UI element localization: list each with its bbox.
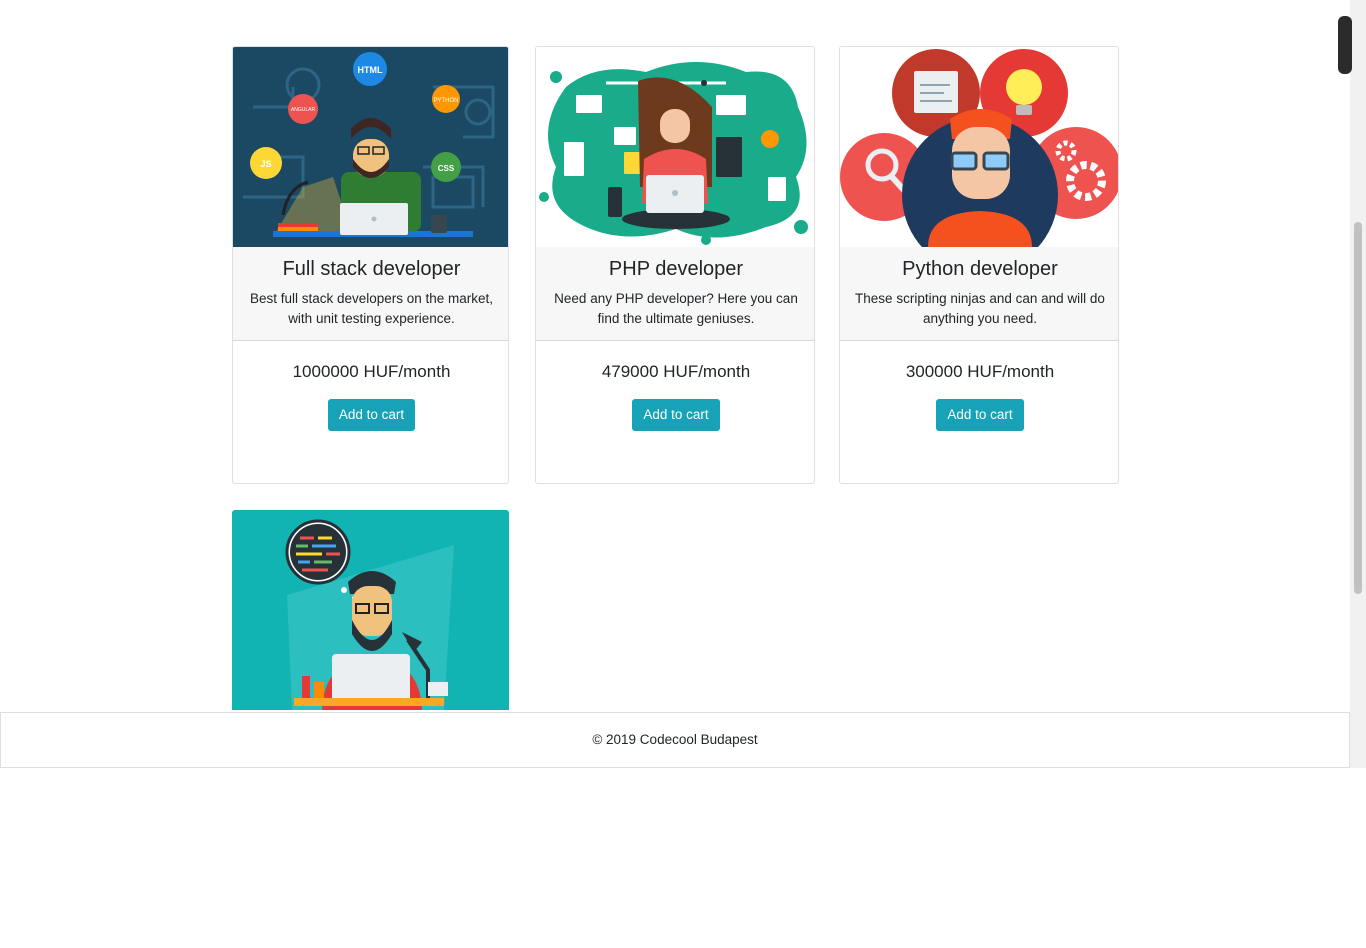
card-header: Python developer These scripting ninjas … bbox=[840, 247, 1118, 341]
product-card-full-stack: HTML ANGULAR PYTHON JS CSS Full stack de… bbox=[232, 46, 509, 484]
product-title: Full stack developer bbox=[282, 258, 461, 280]
side-tab-widget[interactable] bbox=[1338, 16, 1352, 74]
product-price: 479000 HUF/month bbox=[601, 362, 751, 381]
add-to-cart-button[interactable]: Add to cart bbox=[327, 399, 416, 431]
product-price: 300000 HUF/month bbox=[905, 362, 1055, 381]
card-body: 479000 HUF/month Add to cart bbox=[536, 341, 814, 431]
image-label-css: CSS bbox=[438, 164, 455, 173]
scrollbar-thumb[interactable] bbox=[1354, 222, 1362, 594]
card-header: Full stack developer Best full stack dev… bbox=[233, 247, 508, 341]
product-image-python bbox=[840, 47, 1118, 247]
product-description: Need any PHP developer? Here you can fin… bbox=[554, 291, 798, 326]
image-label-js: JS bbox=[260, 159, 271, 169]
footer: © 2019 Codecool Budapest bbox=[0, 712, 1350, 768]
add-to-cart-button[interactable]: Add to cart bbox=[936, 399, 1024, 431]
product-image-full-stack: HTML ANGULAR PYTHON JS CSS bbox=[233, 47, 508, 247]
card-body: 300000 HUF/month Add to cart bbox=[840, 341, 1118, 431]
product-title: PHP developer bbox=[608, 258, 744, 280]
footer-copyright: © 2019 Codecool Budapest bbox=[592, 732, 758, 747]
product-card-python: Python developer These scripting ninjas … bbox=[839, 46, 1119, 484]
card-body: 1000000 HUF/month Add to cart bbox=[233, 341, 508, 431]
image-label-python: PYTHON bbox=[433, 98, 458, 104]
card-header: PHP developer Need any PHP developer? He… bbox=[536, 247, 814, 341]
product-price: 1000000 HUF/month bbox=[292, 362, 451, 381]
product-image-developer bbox=[232, 510, 509, 710]
product-description: Best full stack developers on the market… bbox=[249, 291, 494, 326]
image-label-html: HTML bbox=[358, 65, 383, 75]
product-card-php: PHP developer Need any PHP developer? He… bbox=[535, 46, 815, 484]
add-to-cart-button[interactable]: Add to cart bbox=[632, 399, 720, 431]
vertical-scrollbar[interactable] bbox=[1350, 0, 1366, 768]
product-description: These scripting ninjas and can and will … bbox=[855, 291, 1105, 326]
product-title: Python developer bbox=[902, 258, 1058, 280]
page: HTML ANGULAR PYTHON JS CSS Full stack de… bbox=[0, 0, 1350, 948]
product-image-php bbox=[536, 47, 814, 247]
image-label-angular: ANGULAR bbox=[291, 107, 316, 113]
